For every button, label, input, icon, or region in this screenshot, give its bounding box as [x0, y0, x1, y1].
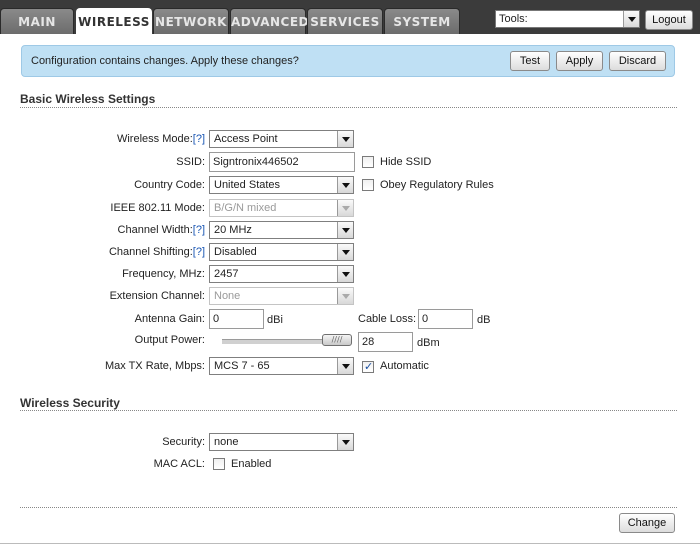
cable-loss-unit: dB — [477, 314, 491, 326]
output-power-label: Output Power: — [134, 334, 205, 346]
apply-button[interactable]: Apply — [556, 51, 603, 71]
ssid-label: SSID: — [176, 156, 205, 168]
output-power-input[interactable]: 28 — [358, 332, 413, 352]
chevron-down-icon — [337, 288, 353, 304]
change-button[interactable]: Change — [619, 513, 675, 533]
wireless-mode-label: Wireless Mode:[?] — [116, 133, 205, 145]
tab-services[interactable]: SERVICES — [307, 8, 383, 34]
mac-acl-label: MAC ACL: — [153, 458, 205, 470]
chevron-down-icon — [337, 200, 353, 216]
output-power-slider-handle[interactable]: //// — [322, 334, 352, 346]
cable-loss-input[interactable]: 0 — [418, 309, 473, 329]
tab-system[interactable]: SYSTEM — [384, 8, 460, 34]
basic-settings-title: Basic Wireless Settings — [20, 92, 156, 106]
chevron-down-icon — [337, 177, 353, 193]
tools-dropdown-label: Tools: — [499, 13, 528, 25]
wireless-mode-help-link[interactable]: [?] — [193, 133, 205, 145]
chevron-down-icon — [337, 434, 353, 450]
channel-shifting-select[interactable]: Disabled — [209, 243, 354, 261]
cable-loss-label: Cable Loss: — [358, 313, 417, 325]
tab-advanced[interactable]: ADVANCED — [230, 8, 309, 34]
extension-channel-select: None — [209, 287, 354, 305]
tools-dropdown[interactable]: Tools: — [495, 10, 640, 28]
logout-button[interactable]: Logout — [645, 10, 693, 30]
section-divider — [20, 107, 677, 108]
ssid-input[interactable]: Signtronix446502 — [209, 152, 355, 172]
top-nav-bar: MAIN WIRELESS NETWORK ADVANCED SERVICES … — [0, 0, 700, 35]
hide-ssid-checkbox[interactable] — [362, 156, 374, 168]
tab-wireless[interactable]: WIRELESS — [76, 8, 152, 35]
automatic-rate-checkbox[interactable] — [362, 360, 374, 373]
channel-width-select[interactable]: 20 MHz — [209, 221, 354, 239]
channel-width-label: Channel Width:[?] — [117, 224, 205, 236]
pending-changes-banner: Configuration contains changes. Apply th… — [21, 45, 675, 77]
frequency-label: Frequency, MHz: — [122, 268, 205, 280]
frequency-select[interactable]: 2457 — [209, 265, 354, 283]
mac-acl-checkbox[interactable] — [213, 458, 225, 470]
chevron-down-icon — [337, 266, 353, 282]
antenna-gain-input[interactable]: 0 — [209, 309, 264, 329]
section-divider — [20, 410, 677, 411]
max-tx-rate-label: Max TX Rate, Mbps: — [104, 360, 205, 372]
discard-button[interactable]: Discard — [609, 51, 666, 71]
max-tx-rate-select[interactable]: MCS 7 - 65 — [209, 357, 354, 375]
obey-regulatory-label: Obey Regulatory Rules — [380, 179, 494, 191]
country-code-select[interactable]: United States — [209, 176, 354, 194]
tab-network[interactable]: NETWORK — [153, 8, 229, 34]
antenna-gain-label: Antenna Gain: — [134, 313, 205, 325]
extension-channel-label: Extension Channel: — [109, 290, 205, 302]
chevron-down-icon — [337, 131, 353, 147]
chevron-down-icon — [337, 244, 353, 260]
chevron-down-icon — [337, 358, 353, 374]
channel-width-help-link[interactable]: [?] — [193, 224, 205, 236]
mac-acl-enabled-label: Enabled — [231, 458, 272, 470]
security-label: Security: — [162, 436, 205, 448]
security-select[interactable]: none — [209, 433, 354, 451]
wireless-mode-select[interactable]: Access Point — [209, 130, 354, 148]
country-code-label: Country Code: — [134, 179, 205, 191]
ieee-mode-select: B/G/N mixed — [209, 199, 354, 217]
footer-divider — [20, 507, 677, 508]
antenna-gain-unit: dBi — [267, 314, 283, 326]
hide-ssid-label: Hide SSID — [380, 156, 432, 168]
channel-shifting-help-link[interactable]: [?] — [193, 246, 205, 258]
chevron-down-icon — [623, 11, 639, 27]
wireless-security-title: Wireless Security — [20, 396, 120, 410]
obey-regulatory-checkbox[interactable] — [362, 179, 374, 191]
output-power-unit: dBm — [417, 337, 440, 349]
channel-shifting-label: Channel Shifting:[?] — [108, 246, 205, 258]
ieee-mode-label: IEEE 802.11 Mode: — [110, 202, 205, 214]
tab-main[interactable]: MAIN — [0, 8, 74, 34]
chevron-down-icon — [337, 222, 353, 238]
test-button[interactable]: Test — [510, 51, 550, 71]
banner-message: Configuration contains changes. Apply th… — [31, 55, 299, 67]
page-bottom-border — [0, 543, 700, 544]
automatic-rate-label: Automatic — [380, 360, 429, 372]
